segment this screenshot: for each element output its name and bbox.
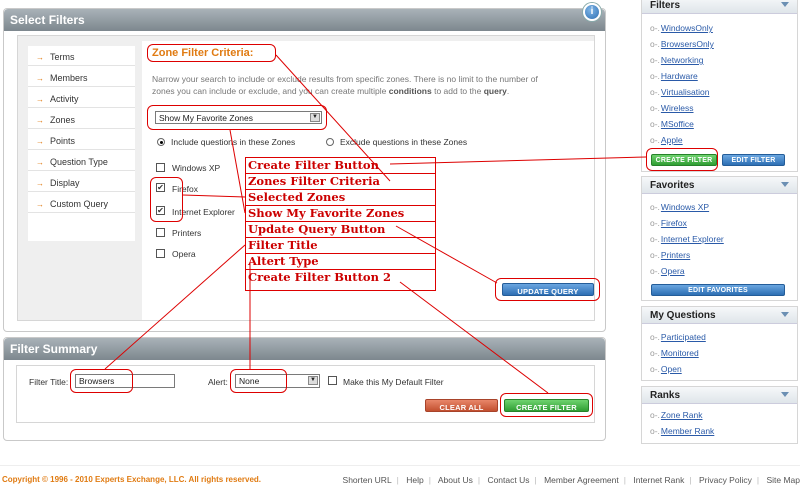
arrow-right-icon: → [36,137,44,146]
annotation-update-query-button: Update Query Button [246,222,435,238]
alert-label: Alert: [208,377,228,387]
nav-item-points[interactable]: → Points [28,130,135,150]
sidebar-question-open[interactable]: o-.Open [650,364,682,374]
annotation-highlight-alert [230,369,287,393]
exclude-zones-radio[interactable] [326,138,334,146]
arrow-right-icon: → [36,116,44,125]
sidebar-favorite-printers[interactable]: o-.Printers [650,250,690,260]
nav-item-members[interactable]: → Members [28,67,135,87]
annotation-highlight-update-query [495,278,600,301]
sidebar-filter-virtualisation[interactable]: o-.Virtualisation [650,87,709,97]
zone-checkbox-windows-xp[interactable] [156,163,165,172]
zone-label-windows-xp: Windows XP [172,163,221,173]
zone-label-printers: Printers [172,228,202,238]
arrow-right-icon: → [36,158,44,167]
sidebar-favorite-internet-explorer[interactable]: o-.Internet Explorer [650,234,724,244]
arrow-right-icon: → [36,179,44,188]
annotation-highlight-zone-select [147,105,327,130]
footer-link-help[interactable]: Help [406,475,423,485]
sidebar-question-participated[interactable]: o-.Participated [650,332,706,342]
arrow-right-icon: → [36,53,44,62]
annotation-highlight-selected-zones [150,177,183,222]
include-zones-radio[interactable] [157,138,165,146]
annotation-filter-title: Filter Title [246,238,435,254]
sidebar-favorite-firefox[interactable]: o-.Firefox [650,218,687,228]
filter-summary-title: Filter Summary [10,342,98,356]
sidebar-favorite-opera[interactable]: o-.Opera [650,266,685,276]
nav-item-custom-query[interactable]: → Custom Query [28,193,135,213]
annotation-highlight-create-filter-2 [500,393,593,417]
annotation-create-filter-button: Create Filter Button [246,158,435,174]
zone-filter-description: Narrow your search to include or exclude… [152,74,538,96]
zone-checkbox-printers[interactable] [156,228,165,237]
arrow-right-icon: → [36,200,44,209]
arrow-right-icon: → [36,74,44,83]
edit-favorites-button[interactable]: EDIT FAVORITES [651,284,785,296]
footer-link-internet-rank[interactable]: Internet Rank [633,475,684,485]
footer-link-about-us[interactable]: About Us [438,475,473,485]
sidebar-ranks-header[interactable]: Ranks [642,387,797,404]
triangle-down-icon [781,2,789,7]
annotation-highlight-filter-title [70,369,133,393]
footer-copyright: Copyright © 1996 - 2010 Experts Exchange… [2,475,262,484]
filter-summary-header: Filter Summary [4,338,605,360]
footer-divider [0,465,800,466]
nav-item-question-type[interactable]: → Question Type [28,151,135,171]
footer-link-contact-us[interactable]: Contact Us [487,475,529,485]
footer-link-member-agreement[interactable]: Member Agreement [544,475,619,485]
clear-all-button[interactable]: CLEAR ALL [425,399,498,412]
default-filter-checkbox[interactable] [328,376,337,385]
edit-filter-button[interactable]: EDIT FILTER [722,154,785,166]
sidebar-rank-zone[interactable]: o-.Zone Rank [650,410,703,420]
sidebar-filter-windowsonly[interactable]: o-.WindowsOnly [650,23,713,33]
annotation-zones-filter-criteria: Zones Filter Criteria [246,174,435,190]
exclude-zones-label: Exclude questions in these Zones [340,137,468,147]
arrow-right-icon: → [36,95,44,104]
footer-link-privacy-policy[interactable]: Privacy Policy [699,475,752,485]
include-zones-label: Include questions in these Zones [171,137,296,147]
sidebar-filter-apple[interactable]: o-.Apple [650,135,683,145]
triangle-down-icon [781,182,789,187]
triangle-down-icon [781,392,789,397]
sidebar-my-questions-header[interactable]: My Questions [642,307,797,324]
annotation-highlight-create-filter [646,148,718,171]
nav-item-activity[interactable]: → Activity [28,88,135,108]
sidebar-filters-header[interactable]: Filters [642,0,797,14]
filter-nav: → Terms → Members → Activity → Zones → Points… [28,46,135,241]
default-filter-label: Make this My Default Filter [343,377,444,387]
annotation-show-favorite-zones: Show My Favorite Zones [246,206,435,222]
sidebar-filter-wireless[interactable]: o-.Wireless [650,103,694,113]
sidebar-favorite-windows-xp[interactable]: o-.Windows XP [650,202,709,212]
sidebar-filter-hardware[interactable]: o-.Hardware [650,71,698,81]
sidebar-ranks: Ranks o-.Zone Rank o-.Member Rank [641,386,798,444]
sidebar-question-monitored[interactable]: o-.Monitored [650,348,699,358]
triangle-down-icon [781,312,789,317]
nav-item-display[interactable]: → Display [28,172,135,192]
select-filters-header: Select Filters [4,9,605,31]
sidebar-favorites-header[interactable]: Favorites [642,177,797,194]
annotation-create-filter-button-2: Create Filter Button 2 [248,270,391,284]
annotation-selected-zones: Selected Zones [246,190,435,206]
nav-item-zones[interactable]: → Zones [28,109,135,129]
sidebar-filter-msoffice[interactable]: o-.MSoffice [650,119,694,129]
sidebar-filters: Filters o-.WindowsOnly o-.BrowsersOnly o… [641,0,798,172]
annotation-highlight-zone-title [147,44,276,62]
info-icon[interactable]: i [583,3,601,21]
footer-link-shorten-url[interactable]: Shorten URL [343,475,392,485]
chevron-down-icon[interactable]: ▼ [308,376,318,385]
zone-checkbox-opera[interactable] [156,249,165,258]
sidebar-rank-member[interactable]: o-.Member Rank [650,426,714,436]
annotation-alert-type: Altert Type [246,254,435,270]
sidebar-my-questions: My Questions o-.Participated o-.Monitore… [641,306,798,381]
select-filters-title: Select Filters [10,13,85,27]
footer-link-site-map[interactable]: Site Map [766,475,800,485]
sidebar-filter-browsersonly[interactable]: o-.BrowsersOnly [650,39,714,49]
sidebar-favorites: Favorites o-.Windows XP o-.Firefox o-.In… [641,176,798,301]
sidebar-filter-networking[interactable]: o-.Networking [650,55,703,65]
footer-links: Shorten URL | Help | About Us | Contact Us |… [342,475,800,485]
filter-title-label: Filter Title: [29,377,69,387]
nav-item-terms[interactable]: → Terms [28,46,135,66]
zone-label-opera: Opera [172,249,196,259]
annotation-legend: Create Filter Button Zones Filter Criter… [245,157,436,291]
